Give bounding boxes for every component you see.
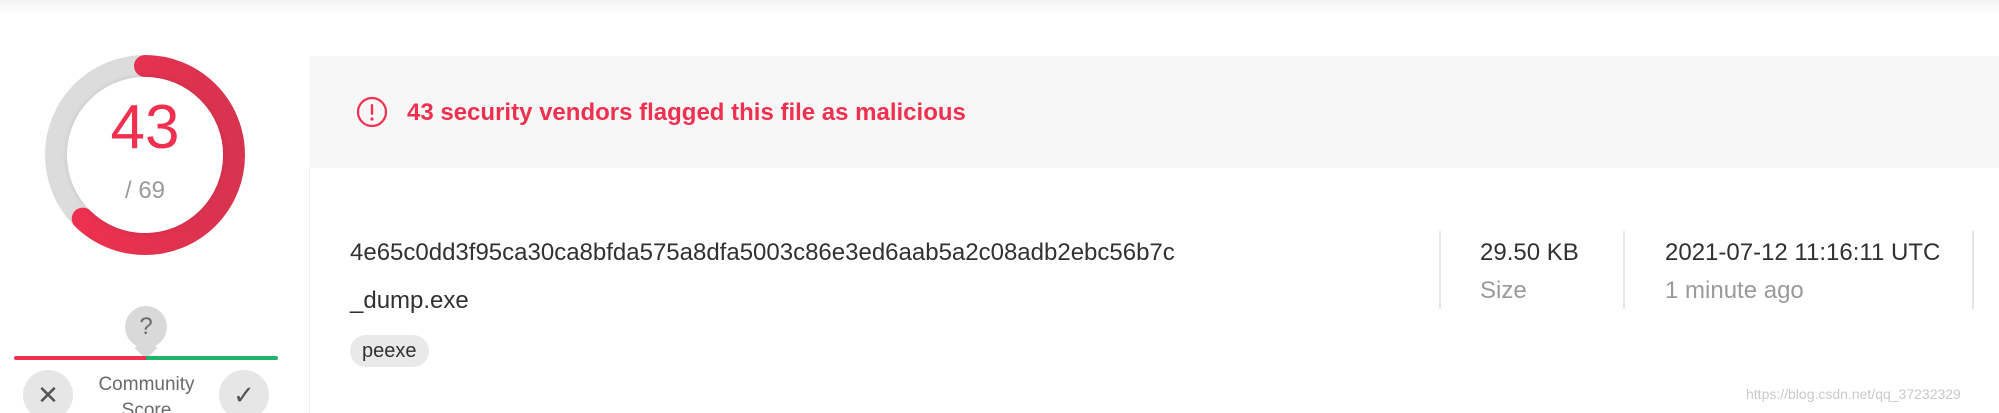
check-icon: ✓ — [233, 380, 255, 410]
exclamation-circle-icon — [356, 96, 388, 128]
file-size-value: 29.50 KB — [1480, 239, 1579, 266]
file-tag[interactable]: peexe — [350, 335, 429, 367]
community-score: ? ✕ Community Score ✓ — [14, 306, 279, 413]
detection-score-ring: 43 / 69 — [45, 55, 245, 255]
file-hash[interactable]: 4e65c0dd3f95ca30ca8bfda575a8dfa5003c86e3… — [350, 238, 1175, 268]
community-score-bubble: ? — [125, 306, 167, 348]
analysis-date-relative: 1 minute ago — [1665, 277, 1804, 304]
file-details: 4e65c0dd3f95ca30ca8bfda575a8dfa5003c86e3… — [309, 168, 1999, 413]
file-report-page: 43 / 69 ? ✕ Community Score ✓ 43 securit… — [0, 0, 1999, 413]
upvote-button[interactable]: ✓ — [219, 370, 269, 413]
downvote-button[interactable]: ✕ — [23, 370, 73, 413]
file-name[interactable]: _dump.exe — [350, 286, 469, 316]
community-bar-malicious — [14, 356, 146, 360]
community-score-label: Community Score — [98, 374, 195, 413]
column-divider — [1439, 231, 1441, 309]
watermark: https://blog.csdn.net/qq_37232329 — [1746, 386, 1961, 402]
file-size-label: Size — [1480, 277, 1527, 304]
top-shadow — [0, 0, 1999, 16]
column-divider — [1623, 231, 1625, 309]
detection-positives: 43 — [110, 93, 180, 162]
analysis-date-value: 2021-07-12 11:16:11 UTC — [1665, 239, 1941, 266]
close-icon: ✕ — [37, 380, 59, 410]
detection-total: / 69 — [124, 177, 166, 204]
column-divider — [1972, 231, 1974, 309]
malicious-alert-banner: 43 security vendors flagged this file as… — [309, 56, 1999, 168]
alert-text: 43 security vendors flagged this file as… — [407, 99, 966, 126]
community-bar-harmless — [146, 356, 278, 360]
